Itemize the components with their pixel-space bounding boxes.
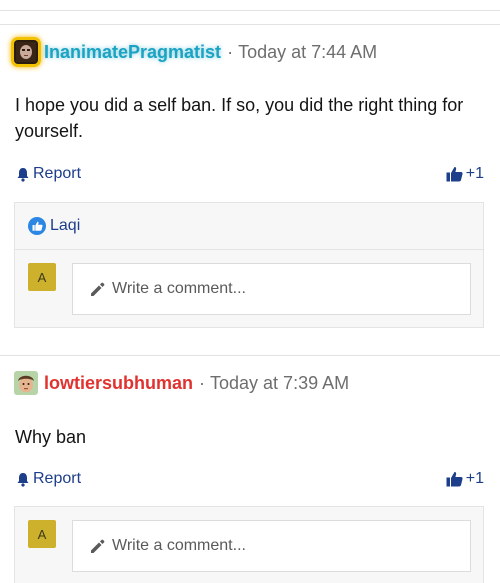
post-actions: Report +1 xyxy=(16,470,484,488)
current-user-avatar[interactable]: A xyxy=(28,520,56,548)
liker-name[interactable]: Laqi xyxy=(50,217,80,235)
report-button[interactable]: Report xyxy=(16,165,81,183)
post-header: lowtiersubhuman · Today at 7:39 AM xyxy=(14,371,349,395)
thumbs-up-icon xyxy=(446,472,463,487)
thumbs-up-icon xyxy=(446,167,463,182)
report-label: Report xyxy=(33,470,82,487)
bell-icon xyxy=(17,167,29,182)
post-2: lowtiersubhuman · Today at 7:39 AM Why b… xyxy=(0,355,500,583)
top-divider xyxy=(0,10,500,11)
like-count: +1 xyxy=(465,470,484,487)
likers-bar: Laqi xyxy=(15,203,483,250)
like-count: +1 xyxy=(465,165,484,182)
post-timestamp[interactable]: Today at 7:44 AM xyxy=(238,42,377,63)
report-button[interactable]: Report xyxy=(16,470,81,488)
avatar-face-icon xyxy=(16,42,36,62)
post-header: InanimatePragmatist · Today at 7:44 AM xyxy=(14,40,377,64)
like-badge-icon xyxy=(28,217,46,235)
author-name[interactable]: lowtiersubhuman xyxy=(44,373,193,394)
report-label: Report xyxy=(33,165,82,182)
user-avatar[interactable] xyxy=(14,40,38,64)
post-body: Why ban xyxy=(15,427,87,447)
user-avatar[interactable] xyxy=(14,371,38,395)
comments-section: A Write a comment... xyxy=(14,506,484,583)
comment-placeholder: Write a comment... xyxy=(112,537,246,554)
post-body: I hope you did a self ban. If so, you di… xyxy=(15,95,464,141)
comment-input[interactable]: Write a comment... xyxy=(72,263,471,315)
separator-dot: · xyxy=(199,372,206,393)
comment-input[interactable]: Write a comment... xyxy=(72,520,471,572)
bell-icon xyxy=(17,472,29,487)
pencil-icon xyxy=(91,539,105,553)
pencil-icon xyxy=(91,282,105,296)
avatar-face-icon xyxy=(14,371,38,395)
like-button[interactable]: +1 xyxy=(446,165,484,183)
author-name[interactable]: InanimatePragmatist xyxy=(44,42,221,63)
comment-placeholder: Write a comment... xyxy=(112,280,246,297)
comments-section: Laqi A Write a comment... xyxy=(14,202,484,328)
post-actions: Report +1 xyxy=(16,165,484,183)
post-1: InanimatePragmatist · Today at 7:44 AM I… xyxy=(0,24,500,335)
post-timestamp[interactable]: Today at 7:39 AM xyxy=(210,373,349,394)
separator-dot: · xyxy=(227,41,234,62)
current-user-avatar[interactable]: A xyxy=(28,263,56,291)
like-button[interactable]: +1 xyxy=(446,470,484,488)
